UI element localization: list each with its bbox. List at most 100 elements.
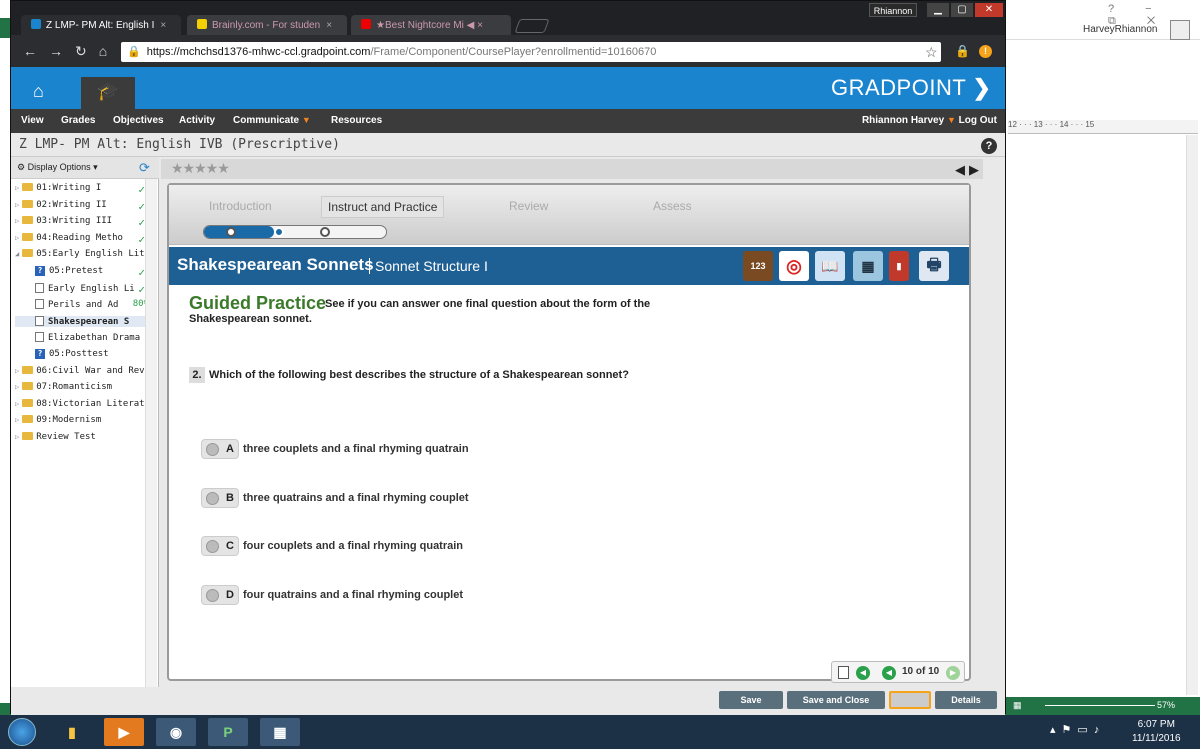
- reload-icon[interactable]: ↻: [75, 43, 99, 59]
- browser-tab-youtube[interactable]: ★Best Nightcore Mi ◀ ×: [351, 15, 511, 35]
- minimize-button[interactable]: ▁: [927, 3, 949, 17]
- flag-icon[interactable]: ⚑: [1062, 724, 1078, 736]
- menu-view[interactable]: View: [21, 115, 44, 126]
- save-and-close-button[interactable]: Save and Close: [787, 691, 885, 709]
- printer-icon[interactable]: 🖶: [919, 251, 949, 281]
- expand-triangle-icon[interactable]: ▷: [15, 367, 19, 375]
- tab-assess[interactable]: Assess: [653, 199, 692, 213]
- tray-up-icon[interactable]: ▴: [1050, 724, 1062, 736]
- answer-option-button[interactable]: A: [201, 439, 239, 459]
- outline-item[interactable]: ▷ 06:Civil War and Rev: [15, 365, 149, 376]
- outline-item[interactable]: ▷ 07:Romanticism: [15, 382, 149, 392]
- office-user-name[interactable]: HarveyRhiannon: [1083, 24, 1158, 35]
- target-icon[interactable]: ◎: [779, 251, 809, 281]
- chart-icon[interactable]: ▦: [853, 251, 883, 281]
- help-icon[interactable]: ?: [981, 138, 997, 154]
- address-bar[interactable]: 🔒 https://mchchsd1376-mhwc-ccl.gradpoint.…: [121, 42, 941, 62]
- next-question-icon[interactable]: ▶: [946, 666, 960, 680]
- outline-item[interactable]: ▷ 03:Writing III ✓: [15, 216, 149, 226]
- close-icon[interactable]: ×: [326, 20, 332, 31]
- clock[interactable]: 6:07 PM 11/11/2016: [1132, 718, 1181, 746]
- menu-grades[interactable]: Grades: [61, 115, 95, 126]
- tab-instruct-and-practice[interactable]: Instruct and Practice: [321, 196, 445, 218]
- forward-icon[interactable]: →: [49, 43, 75, 59]
- menu-activity[interactable]: Activity: [179, 115, 215, 126]
- blank-button[interactable]: [889, 691, 931, 709]
- progress-dot[interactable]: [320, 227, 330, 237]
- outline-item[interactable]: ▷ 09:Modernism: [15, 415, 149, 425]
- browser-tab-brainly[interactable]: Brainly.com - For studen ×: [187, 15, 347, 35]
- chrome-icon[interactable]: ◉: [156, 718, 196, 746]
- outline-item[interactable]: Early English Li ✓: [15, 282, 149, 294]
- volume-icon[interactable]: ♪: [1094, 724, 1106, 736]
- expand-triangle-icon[interactable]: ▷: [15, 400, 19, 408]
- expand-triangle-icon[interactable]: ◢: [15, 250, 19, 258]
- answer-option-button[interactable]: D: [201, 584, 239, 605]
- profile-badge[interactable]: Rhiannon: [869, 3, 917, 17]
- expand-triangle-icon[interactable]: ▷: [15, 433, 19, 441]
- gradpoint-logo[interactable]: GRADPOINT ❯: [831, 75, 991, 101]
- expand-triangle-icon[interactable]: ▷: [15, 184, 19, 192]
- outline-item[interactable]: ▷ 04:Reading Metho ✓: [15, 232, 149, 243]
- home-icon[interactable]: ⌂: [33, 81, 44, 102]
- outline-item[interactable]: ? 05:Pretest ✓: [15, 266, 149, 276]
- start-button[interactable]: [8, 718, 36, 746]
- answer-option-button[interactable]: B: [201, 487, 239, 508]
- close-icon[interactable]: ×: [160, 20, 166, 31]
- media-player-icon[interactable]: ▶: [104, 718, 144, 746]
- vertical-scrollbar[interactable]: [1186, 135, 1198, 695]
- outline-item[interactable]: ▷ Review Test: [15, 432, 149, 442]
- expand-triangle-icon[interactable]: ▷: [15, 201, 19, 209]
- expand-triangle-icon[interactable]: ▷: [15, 416, 19, 424]
- answer-option-button[interactable]: C: [201, 536, 239, 556]
- refresh-icon[interactable]: ⟳: [139, 160, 150, 176]
- expand-triangle-icon[interactable]: ▷: [15, 234, 19, 242]
- rating-stars[interactable]: ★★★★★: [171, 160, 230, 177]
- audio-icon[interactable]: ◀: [856, 666, 870, 680]
- progress-dot-current[interactable]: [274, 227, 284, 237]
- project-icon[interactable]: P: [208, 718, 248, 746]
- nav-buttons[interactable]: ←→↻⌂: [23, 43, 119, 60]
- new-tab-button[interactable]: [514, 19, 550, 33]
- expand-triangle-icon[interactable]: ▷: [15, 383, 19, 391]
- glossary-book-icon[interactable]: 📖: [815, 251, 845, 281]
- home-icon[interactable]: ⌂: [99, 43, 119, 59]
- system-tray[interactable]: ▴⚑▭♪: [1050, 723, 1105, 736]
- tab-introduction[interactable]: Introduction: [209, 199, 272, 213]
- extension-warning-icon[interactable]: !: [979, 45, 992, 58]
- progress-dot[interactable]: [226, 227, 236, 237]
- extension-lock-icon[interactable]: 🔒: [955, 44, 970, 58]
- menu-objectives[interactable]: Objectives: [113, 115, 164, 126]
- maximize-button[interactable]: ▢: [951, 3, 973, 17]
- display-options-dropdown[interactable]: ⚙ Display Options ▾: [17, 162, 98, 173]
- outline-item[interactable]: ▷ 02:Writing II ✓: [15, 199, 149, 210]
- zoom-level[interactable]: 57%: [1157, 700, 1175, 710]
- outline-item[interactable]: ▷ 01:Writing I ✓: [15, 183, 149, 193]
- next-page-icon[interactable]: ▶: [969, 162, 983, 177]
- save-button[interactable]: Save: [719, 691, 783, 709]
- notes-icon[interactable]: ▮: [889, 251, 909, 281]
- browser-tab-gradpoint[interactable]: Z LMP- PM Alt: English I ×: [21, 15, 181, 35]
- calculator-app-icon[interactable]: ▦: [260, 718, 300, 746]
- zoom-slider[interactable]: [1045, 705, 1155, 706]
- close-window-button[interactable]: ✕: [975, 3, 1003, 17]
- bookmark-star-icon[interactable]: ☆: [925, 44, 938, 61]
- outline-item[interactable]: ? 05:Posttest: [15, 349, 149, 359]
- sidebar-scrollbar[interactable]: [145, 179, 157, 687]
- previous-page-icon[interactable]: ◀: [955, 162, 969, 177]
- page-view-icon[interactable]: ▦: [1013, 700, 1022, 711]
- tab-review[interactable]: Review: [509, 199, 548, 213]
- details-button[interactable]: Details: [935, 691, 997, 709]
- outline-item[interactable]: ▷ 08:Victorian Literatur: [15, 398, 149, 409]
- file-explorer-icon[interactable]: ▮: [52, 718, 92, 746]
- course-home-button[interactable]: 🎓: [81, 77, 135, 109]
- back-icon[interactable]: ←: [23, 43, 49, 59]
- avatar[interactable]: [1170, 20, 1190, 40]
- outline-item[interactable]: ◢ 05:Early English Liter: [15, 249, 149, 259]
- user-menu[interactable]: Rhiannon Harvey ▼ Log Out: [862, 115, 997, 126]
- network-icon[interactable]: ▭: [1077, 724, 1093, 736]
- expand-triangle-icon[interactable]: ▷: [15, 217, 19, 225]
- page-icon[interactable]: [838, 666, 849, 679]
- outline-item[interactable]: Elizabethan Drama: [15, 332, 149, 343]
- calculator-icon[interactable]: 123: [743, 251, 773, 281]
